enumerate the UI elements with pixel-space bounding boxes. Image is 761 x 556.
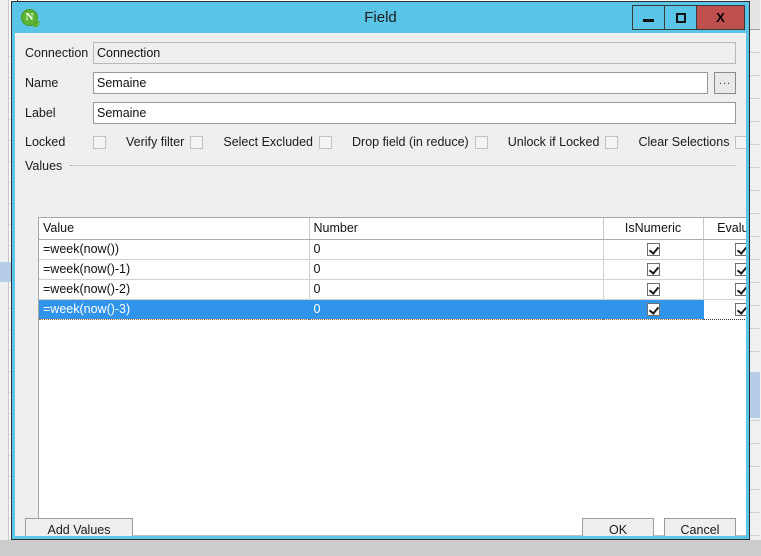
clear-selections-checkbox[interactable] <box>735 135 746 149</box>
values-grid: Value Number IsNumeric Evaluate =week(no… <box>38 217 746 536</box>
cell-isnumeric[interactable] <box>603 239 704 260</box>
evaluate-checkbox[interactable] <box>735 283 746 297</box>
cell-evaluate[interactable] <box>703 279 746 300</box>
dialog-footer: Add Values OK Cancel <box>25 518 736 536</box>
option-select-excluded[interactable]: Select Excluded <box>223 135 332 149</box>
locked-label: Locked <box>25 135 66 149</box>
connection-row: Connection Connection <box>25 41 736 65</box>
label-input[interactable]: Semaine <box>93 102 736 124</box>
table-row[interactable]: =week(now()-1) 0 <box>39 259 746 280</box>
cell-evaluate[interactable] <box>703 259 746 280</box>
name-input[interactable]: Semaine <box>93 72 708 94</box>
cell-value[interactable]: =week(now()-2) <box>39 279 310 300</box>
column-header-evaluate[interactable]: Evaluate <box>703 218 746 240</box>
option-unlock-if-locked[interactable]: Unlock if Locked <box>508 135 619 149</box>
drop-field-checkbox[interactable] <box>474 135 488 149</box>
name-label: Name <box>25 76 59 90</box>
options-row: Locked Verify filter Select Excluded Dro… <box>25 131 746 153</box>
option-verify-filter[interactable]: Verify filter <box>126 135 204 149</box>
cell-isnumeric[interactable] <box>603 279 704 300</box>
cell-number[interactable]: 0 <box>309 298 604 320</box>
values-group-title: Values <box>25 159 63 173</box>
maximize-icon <box>675 12 686 23</box>
cell-value[interactable]: =week(now()-3) <box>39 298 310 320</box>
cell-number[interactable]: 0 <box>309 259 604 280</box>
isnumeric-checkbox[interactable] <box>646 243 660 257</box>
option-locked[interactable] <box>93 135 106 149</box>
cell-evaluate[interactable] <box>702 298 746 320</box>
add-values-button[interactable]: Add Values <box>25 518 133 536</box>
unlock-if-locked-checkbox[interactable] <box>605 135 619 149</box>
locked-checkbox[interactable] <box>93 135 106 149</box>
window-controls: X <box>632 5 745 30</box>
ok-button[interactable]: OK <box>582 518 654 536</box>
isnumeric-checkbox[interactable] <box>646 283 660 297</box>
name-browse-button[interactable]: ... <box>714 72 736 94</box>
values-group-header: Values <box>25 157 736 175</box>
drop-field-label: Drop field (in reduce) <box>352 135 469 149</box>
name-row: Name Semaine ... <box>25 71 736 95</box>
isnumeric-checkbox[interactable] <box>646 263 660 277</box>
cell-number[interactable]: 0 <box>309 239 604 260</box>
connection-label: Connection <box>25 46 89 60</box>
option-clear-selections[interactable]: Clear Selections <box>638 135 746 149</box>
column-header-value[interactable]: Value <box>39 218 310 240</box>
select-excluded-label: Select Excluded <box>223 135 313 149</box>
field-dialog: N Field X Connection Connection Name Sem… <box>11 1 750 540</box>
dialog-titlebar[interactable]: N Field X <box>12 2 749 33</box>
isnumeric-checkbox[interactable] <box>646 303 660 317</box>
label-row: Label Semaine <box>25 101 736 125</box>
cancel-button[interactable]: Cancel <box>664 518 736 536</box>
verify-filter-checkbox[interactable] <box>190 135 204 149</box>
evaluate-checkbox[interactable] <box>735 303 746 317</box>
values-grid-scroll-area[interactable]: Value Number IsNumeric Evaluate =week(no… <box>39 218 746 535</box>
taskbar <box>0 540 761 556</box>
cell-number[interactable]: 0 <box>309 279 604 300</box>
values-group-divider <box>70 165 736 167</box>
table-row-selected[interactable]: =week(now()-3) 0 <box>39 298 746 320</box>
dialog-body: Connection Connection Name Semaine ... L… <box>15 33 746 536</box>
select-excluded-checkbox[interactable] <box>319 135 332 149</box>
cell-value[interactable]: =week(now()-1) <box>39 259 310 280</box>
table-row[interactable]: =week(now()-2) 0 <box>39 279 746 300</box>
maximize-button[interactable] <box>665 6 697 29</box>
cell-isnumeric[interactable] <box>603 298 704 320</box>
values-table: Value Number IsNumeric Evaluate =week(no… <box>39 218 746 320</box>
close-button[interactable]: X <box>697 6 744 29</box>
unlock-if-locked-label: Unlock if Locked <box>507 135 600 149</box>
evaluate-checkbox[interactable] <box>735 263 746 277</box>
label-label: Label <box>25 106 56 120</box>
values-table-header-row: Value Number IsNumeric Evaluate <box>39 218 746 240</box>
connection-field: Connection <box>93 42 736 64</box>
clear-selections-label: Clear Selections <box>638 135 730 149</box>
column-header-number[interactable]: Number <box>309 218 604 240</box>
screen: N Field X Connection Connection Name Sem… <box>0 0 761 556</box>
table-row[interactable]: =week(now()) 0 <box>39 239 746 260</box>
cell-isnumeric[interactable] <box>603 259 704 280</box>
verify-filter-label: Verify filter <box>126 135 185 149</box>
cell-evaluate[interactable] <box>703 239 746 260</box>
cell-value[interactable]: =week(now()) <box>39 239 310 260</box>
evaluate-checkbox[interactable] <box>735 243 746 257</box>
column-header-isnumeric[interactable]: IsNumeric <box>603 218 704 240</box>
minimize-icon <box>643 19 654 22</box>
option-drop-field[interactable]: Drop field (in reduce) <box>352 135 488 149</box>
minimize-button[interactable] <box>633 6 665 29</box>
